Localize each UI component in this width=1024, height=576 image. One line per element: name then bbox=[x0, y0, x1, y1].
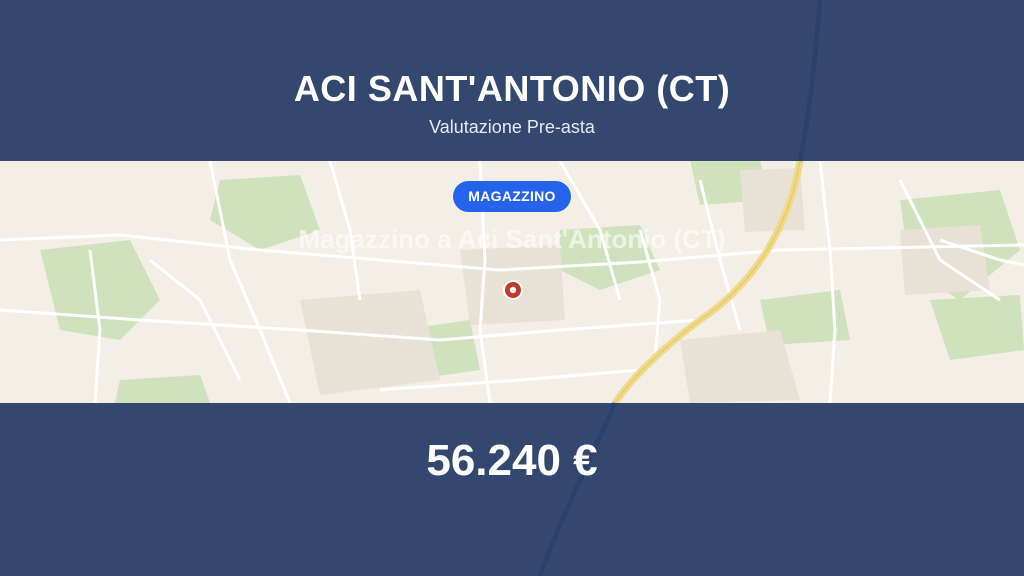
price-band bbox=[0, 403, 1024, 576]
listing-headline: Magazzino a Aci Sant'Antonio (CT) bbox=[298, 224, 726, 254]
price-value: 56.240 € bbox=[426, 436, 598, 485]
page-title: ACI SANT'ANTONIO (CT) bbox=[293, 68, 731, 109]
map-pin-icon[interactable] bbox=[502, 279, 524, 301]
page-subtitle: Valutazione Pre-asta bbox=[429, 117, 595, 137]
category-badge: MAGAZZINO bbox=[453, 181, 571, 212]
